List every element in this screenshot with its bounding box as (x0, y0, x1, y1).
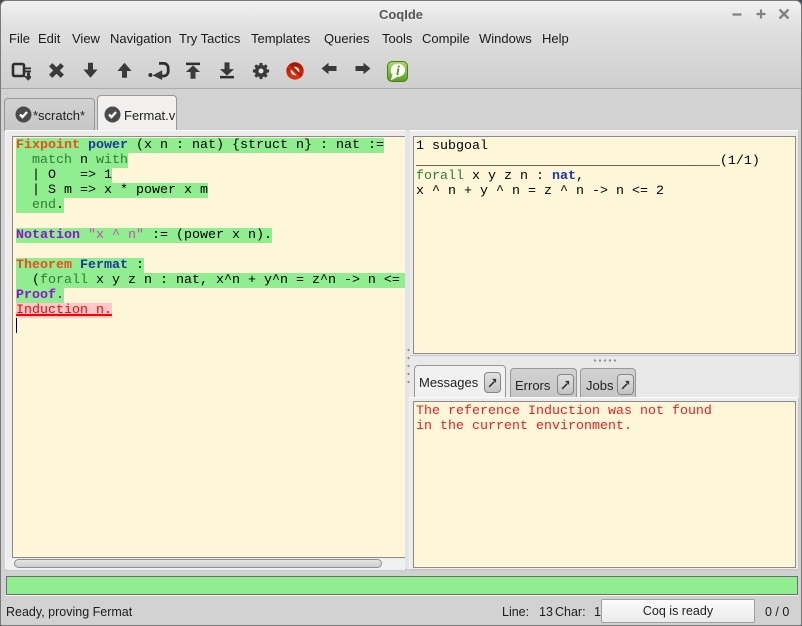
svg-text:i: i (396, 64, 400, 79)
